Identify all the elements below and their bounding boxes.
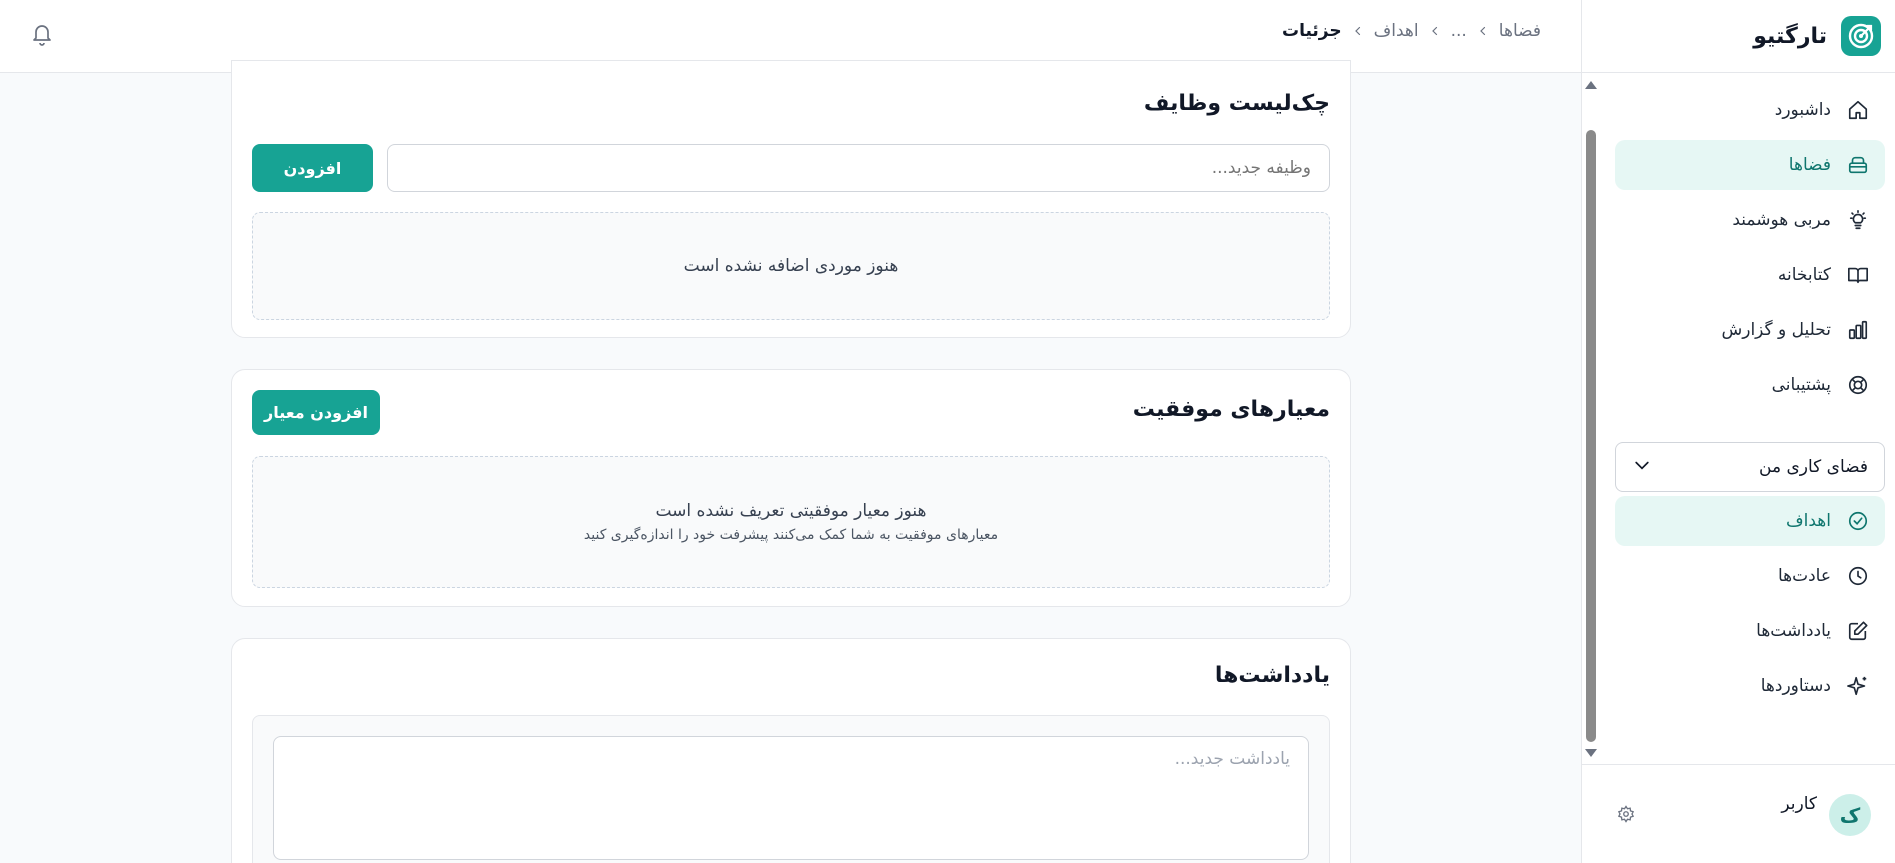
lifebuoy-icon: [1845, 372, 1871, 398]
edit-icon: [1845, 618, 1871, 644]
breadcrumb-ellipsis[interactable]: ...: [1451, 21, 1467, 41]
sidebar-item-achievements[interactable]: دستاوردها: [1615, 661, 1885, 711]
workspace-select-value: فضای کاری من: [1759, 457, 1868, 477]
sidebar-item-label: فضاها: [1788, 155, 1831, 175]
sidebar-item-label: عادت‌ها: [1777, 566, 1831, 586]
brand-name: تارگتیو: [1753, 23, 1827, 49]
breadcrumb: فضاها ... اهداف جزئیات: [1282, 21, 1541, 41]
success-criteria-card: معیارهای موفقیت افزودن معیار هنوز معیار …: [231, 369, 1351, 607]
sidebar-item-spaces[interactable]: فضاها: [1615, 140, 1885, 190]
sidebar-item-label: دستاوردها: [1760, 676, 1831, 696]
sidebar-item-support[interactable]: پشتیبانی: [1615, 360, 1885, 410]
chevron-left-icon: [1429, 22, 1441, 41]
chevron-left-icon: [1352, 22, 1364, 41]
sidebar-item-label: داشبورد: [1774, 100, 1831, 120]
bell-icon[interactable]: [30, 22, 54, 50]
add-criterion-button[interactable]: افزودن معیار: [252, 390, 380, 435]
brand[interactable]: تارگتیو: [1582, 0, 1895, 73]
notes-editor-wrapper: یادداشت جدید...: [252, 715, 1330, 863]
notes-card: یادداشت‌ها یادداشت جدید...: [231, 638, 1351, 863]
clock-icon: [1845, 563, 1871, 589]
sidebar-item-label: یادداشت‌ها: [1756, 621, 1831, 641]
notes-title: یادداشت‌ها: [1214, 663, 1330, 688]
sidebar-item-smart-coach[interactable]: مربی هوشمند: [1615, 195, 1885, 245]
sidebar-item-analytics[interactable]: تحلیل و گزارش: [1615, 305, 1885, 355]
scroll-down-arrow-icon[interactable]: [1585, 749, 1597, 757]
avatar[interactable]: ک: [1829, 794, 1871, 836]
sidebar-item-goals[interactable]: اهداف: [1615, 496, 1885, 546]
sidebar-item-label: کتابخانه: [1777, 265, 1831, 285]
sidebar-item-label: پشتیبانی: [1771, 375, 1831, 395]
checklist-title: چک‌لیست وظایف: [1143, 91, 1330, 116]
sidebar-item-dashboard[interactable]: داشبورد: [1615, 85, 1885, 135]
new-task-input[interactable]: [387, 144, 1330, 192]
sidebar-item-library[interactable]: کتابخانه: [1615, 250, 1885, 300]
lightbulb-icon: [1845, 207, 1871, 233]
checklist-empty-text: هنوز موردی اضافه نشده است: [683, 256, 899, 276]
scroll-up-arrow-icon[interactable]: [1585, 81, 1597, 89]
add-task-button[interactable]: افزودن: [252, 144, 373, 192]
book-icon: [1845, 262, 1871, 288]
checklist-card: چک‌لیست وظایف افزودن هنوز موردی اضافه نش…: [231, 60, 1351, 338]
sidebar-item-habits[interactable]: عادت‌ها: [1615, 551, 1885, 601]
chevron-left-icon: [1477, 22, 1489, 41]
scrollbar-thumb[interactable]: [1586, 130, 1596, 742]
bar-chart-icon: [1845, 317, 1871, 343]
chevron-down-icon: [1632, 455, 1652, 480]
user-name: کاربر: [1781, 794, 1817, 814]
sidebar: تارگتیو داشبورد فضاها مربی هوشمند کتابخا…: [1581, 0, 1895, 863]
criteria-title: معیارهای موفقیت: [1132, 397, 1330, 422]
checklist-empty-state: هنوز موردی اضافه نشده است: [252, 212, 1330, 320]
home-icon: [1845, 97, 1871, 123]
breadcrumb-goals[interactable]: اهداف: [1374, 21, 1419, 41]
gear-icon[interactable]: [1617, 805, 1635, 827]
breadcrumb-spaces[interactable]: فضاها: [1499, 21, 1541, 41]
layers-icon: [1845, 152, 1871, 178]
new-note-textarea[interactable]: یادداشت جدید...: [273, 736, 1309, 860]
sidebar-item-label: اهداف: [1786, 511, 1831, 531]
sidebar-item-notes[interactable]: یادداشت‌ها: [1615, 606, 1885, 656]
sidebar-item-label: تحلیل و گزارش: [1721, 320, 1831, 340]
check-circle-icon: [1845, 508, 1871, 534]
criteria-empty-state: هنوز معیار موفقیتی تعریف نشده است معیاره…: [252, 456, 1330, 588]
sparkles-icon: [1845, 673, 1871, 699]
criteria-empty-subtitle: معیارهای موفقیت به شما کمک می‌کنند پیشرف…: [583, 527, 999, 543]
target-logo-icon: [1841, 16, 1881, 56]
workspace-select[interactable]: فضای کاری من: [1615, 442, 1885, 492]
sidebar-item-label: مربی هوشمند: [1732, 210, 1831, 230]
sidebar-footer: ک کاربر: [1581, 764, 1895, 863]
sidebar-scrollbar[interactable]: [1582, 73, 1600, 765]
criteria-empty-title: هنوز معیار موفقیتی تعریف نشده است: [655, 501, 927, 521]
breadcrumb-current: جزئیات: [1281, 21, 1342, 41]
